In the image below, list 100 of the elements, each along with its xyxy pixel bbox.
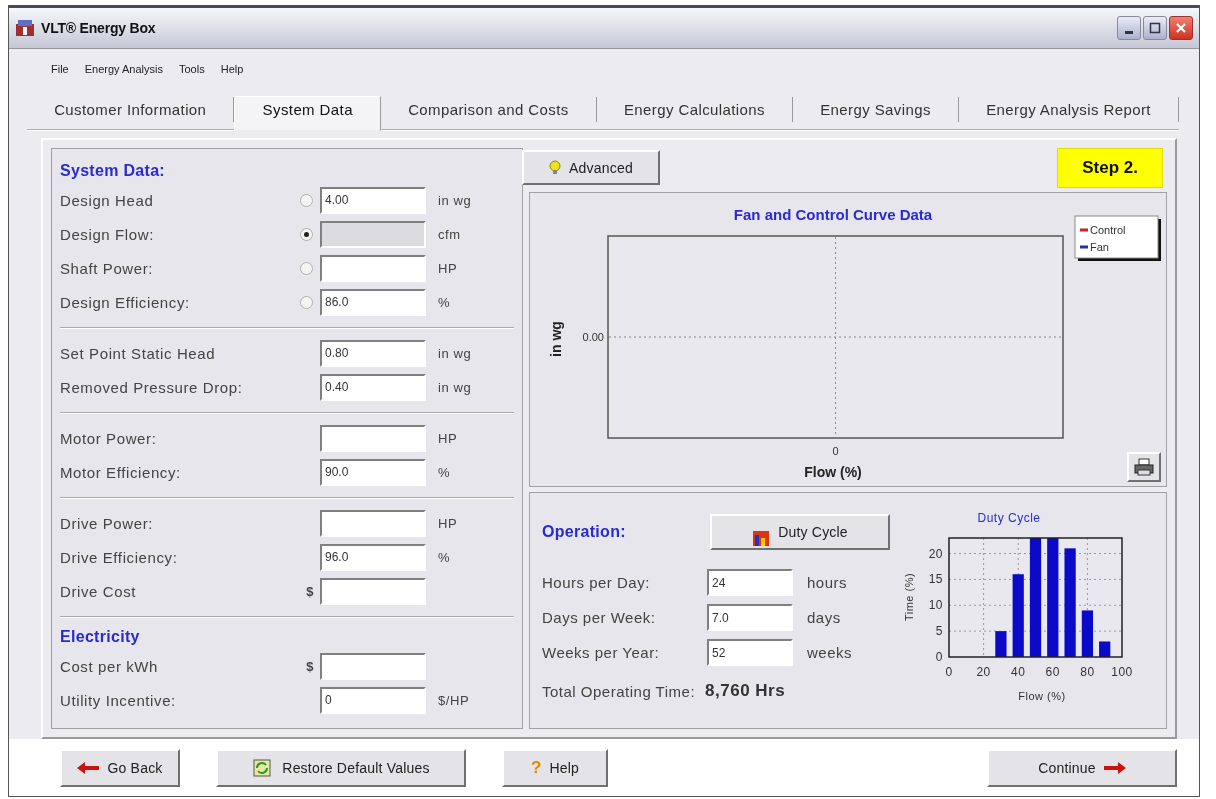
radio-button[interactable]	[300, 261, 313, 275]
field-label: Removed Pressure Drop:	[60, 378, 244, 396]
field-label: Drive Power:	[60, 514, 155, 532]
maximize-icon	[1149, 22, 1161, 34]
unit-label: %	[437, 294, 452, 310]
input-field[interactable]	[320, 509, 426, 537]
bar	[1099, 641, 1111, 657]
help-button[interactable]: ? Help	[502, 748, 608, 787]
tick-label: 0	[832, 445, 839, 457]
chart-title: Fan and Control Curve Data	[733, 206, 933, 223]
field-label: Drive Cost	[60, 582, 137, 600]
maximize-button[interactable]	[1143, 16, 1167, 40]
help-icon: ?	[530, 757, 542, 778]
tick-label: 10	[928, 598, 943, 613]
bar-chart-icon	[752, 529, 771, 547]
printer-icon	[1134, 458, 1154, 476]
tick-label: 0.00	[582, 331, 604, 343]
unit-label: cfm	[437, 226, 462, 242]
field-label: Drive Efficiency:	[60, 548, 179, 566]
input-field[interactable]: 0.80	[320, 339, 426, 367]
input-field[interactable]	[320, 652, 426, 680]
input-field[interactable]: 24	[707, 569, 793, 596]
radio-button[interactable]	[300, 295, 313, 309]
field-label: Design Head	[60, 191, 155, 209]
y-axis-label: Time (%)	[903, 572, 915, 622]
tab[interactable]: Energy Savings	[793, 96, 959, 122]
input-field[interactable]: 52	[707, 639, 793, 666]
input-field[interactable]: 96.0	[320, 543, 426, 571]
input-field[interactable]: 90.0	[320, 458, 426, 486]
unit-label: %	[437, 549, 452, 565]
restore-button[interactable]: Restore Default Values	[216, 748, 466, 787]
minimize-icon	[1125, 30, 1133, 34]
input-field[interactable]: 4.00	[320, 186, 426, 214]
total-value: 8,760 Hrs	[705, 681, 786, 701]
currency-label: $	[306, 583, 314, 599]
unit-label: HP	[437, 515, 459, 531]
radio-button[interactable]	[300, 193, 313, 207]
lightbulb-icon	[549, 160, 562, 175]
app-icon	[15, 19, 35, 37]
tick-label: 20	[976, 665, 991, 679]
input-field[interactable]	[320, 424, 426, 452]
unit-label: in wg	[437, 379, 473, 395]
menu-item[interactable]: File	[51, 63, 69, 75]
step-label: Step 2.	[1057, 148, 1163, 188]
close-button[interactable]	[1169, 16, 1193, 40]
input-field[interactable]	[320, 577, 426, 605]
print-button[interactable]	[1127, 452, 1161, 482]
close-icon	[1175, 22, 1187, 34]
tick-label: 100	[1111, 665, 1133, 679]
input-field[interactable]: 0	[320, 686, 426, 714]
tick-label: 0	[945, 665, 953, 679]
field-label: Motor Power:	[60, 429, 158, 447]
unit-label: HP	[437, 260, 459, 276]
section-heading: System Data:	[60, 161, 166, 181]
window-title: VLT® Energy Box	[41, 20, 157, 36]
menu-item[interactable]: Help	[220, 63, 244, 75]
tick-label: 80	[1080, 665, 1095, 679]
field-label: Days per Week:	[542, 609, 657, 626]
input-field[interactable]: 7.0	[707, 604, 793, 631]
field-label: Motor Efficiency:	[60, 463, 182, 481]
section-heading: Operation:	[542, 523, 627, 541]
tab[interactable]: Energy Analysis Report	[959, 96, 1179, 122]
legend-label: Control	[1090, 224, 1126, 236]
unit-label: days	[806, 609, 842, 626]
tick-label: 15	[928, 572, 943, 587]
tab[interactable]: System Data	[234, 95, 381, 131]
menu-item[interactable]: Energy Analysis	[84, 63, 163, 75]
continue-button[interactable]: Continue	[987, 748, 1177, 787]
field-label: Design Efficiency:	[60, 293, 191, 311]
tick-label: 20	[928, 546, 943, 561]
input-field[interactable]	[320, 254, 426, 282]
input-field[interactable]: 86.0	[320, 288, 426, 316]
legend-label: Fan	[1090, 241, 1109, 253]
advanced-button[interactable]: Advanced	[522, 150, 660, 185]
unit-label: %	[437, 464, 452, 480]
bar	[995, 631, 1007, 657]
chart-title: Duty Cycle	[977, 511, 1041, 525]
arrow-right-icon	[1103, 761, 1126, 774]
tick-label: 5	[935, 624, 943, 639]
input-field[interactable]: 0.40	[320, 373, 426, 401]
duty-cycle-button[interactable]: Duty Cycle	[710, 514, 890, 550]
field-label: Weeks per Year:	[542, 644, 661, 661]
unit-label: in wg	[437, 345, 473, 361]
tick-label: 60	[1045, 665, 1060, 679]
menu-item[interactable]: Tools	[179, 63, 205, 75]
total-label: Total Operating Time:	[542, 682, 696, 700]
field-label: Hours per Day:	[542, 574, 651, 591]
arrow-left-icon	[77, 761, 100, 774]
minimize-button[interactable]	[1117, 16, 1141, 40]
unit-label: weeks	[806, 644, 854, 661]
x-axis-label: Flow (%)	[804, 464, 862, 480]
back-button[interactable]: Go Back	[60, 748, 180, 787]
tab[interactable]: Comparison and Costs	[381, 96, 597, 122]
x-axis-label: Flow (%)	[1018, 690, 1066, 702]
unit-label: $/HP	[437, 692, 471, 708]
currency-label: $	[306, 658, 314, 674]
tick-label: 40	[1011, 665, 1026, 679]
tick-label: 0	[935, 650, 943, 664]
field-label: Design Flow:	[60, 225, 155, 243]
tab[interactable]: Energy Calculations	[596, 96, 794, 122]
